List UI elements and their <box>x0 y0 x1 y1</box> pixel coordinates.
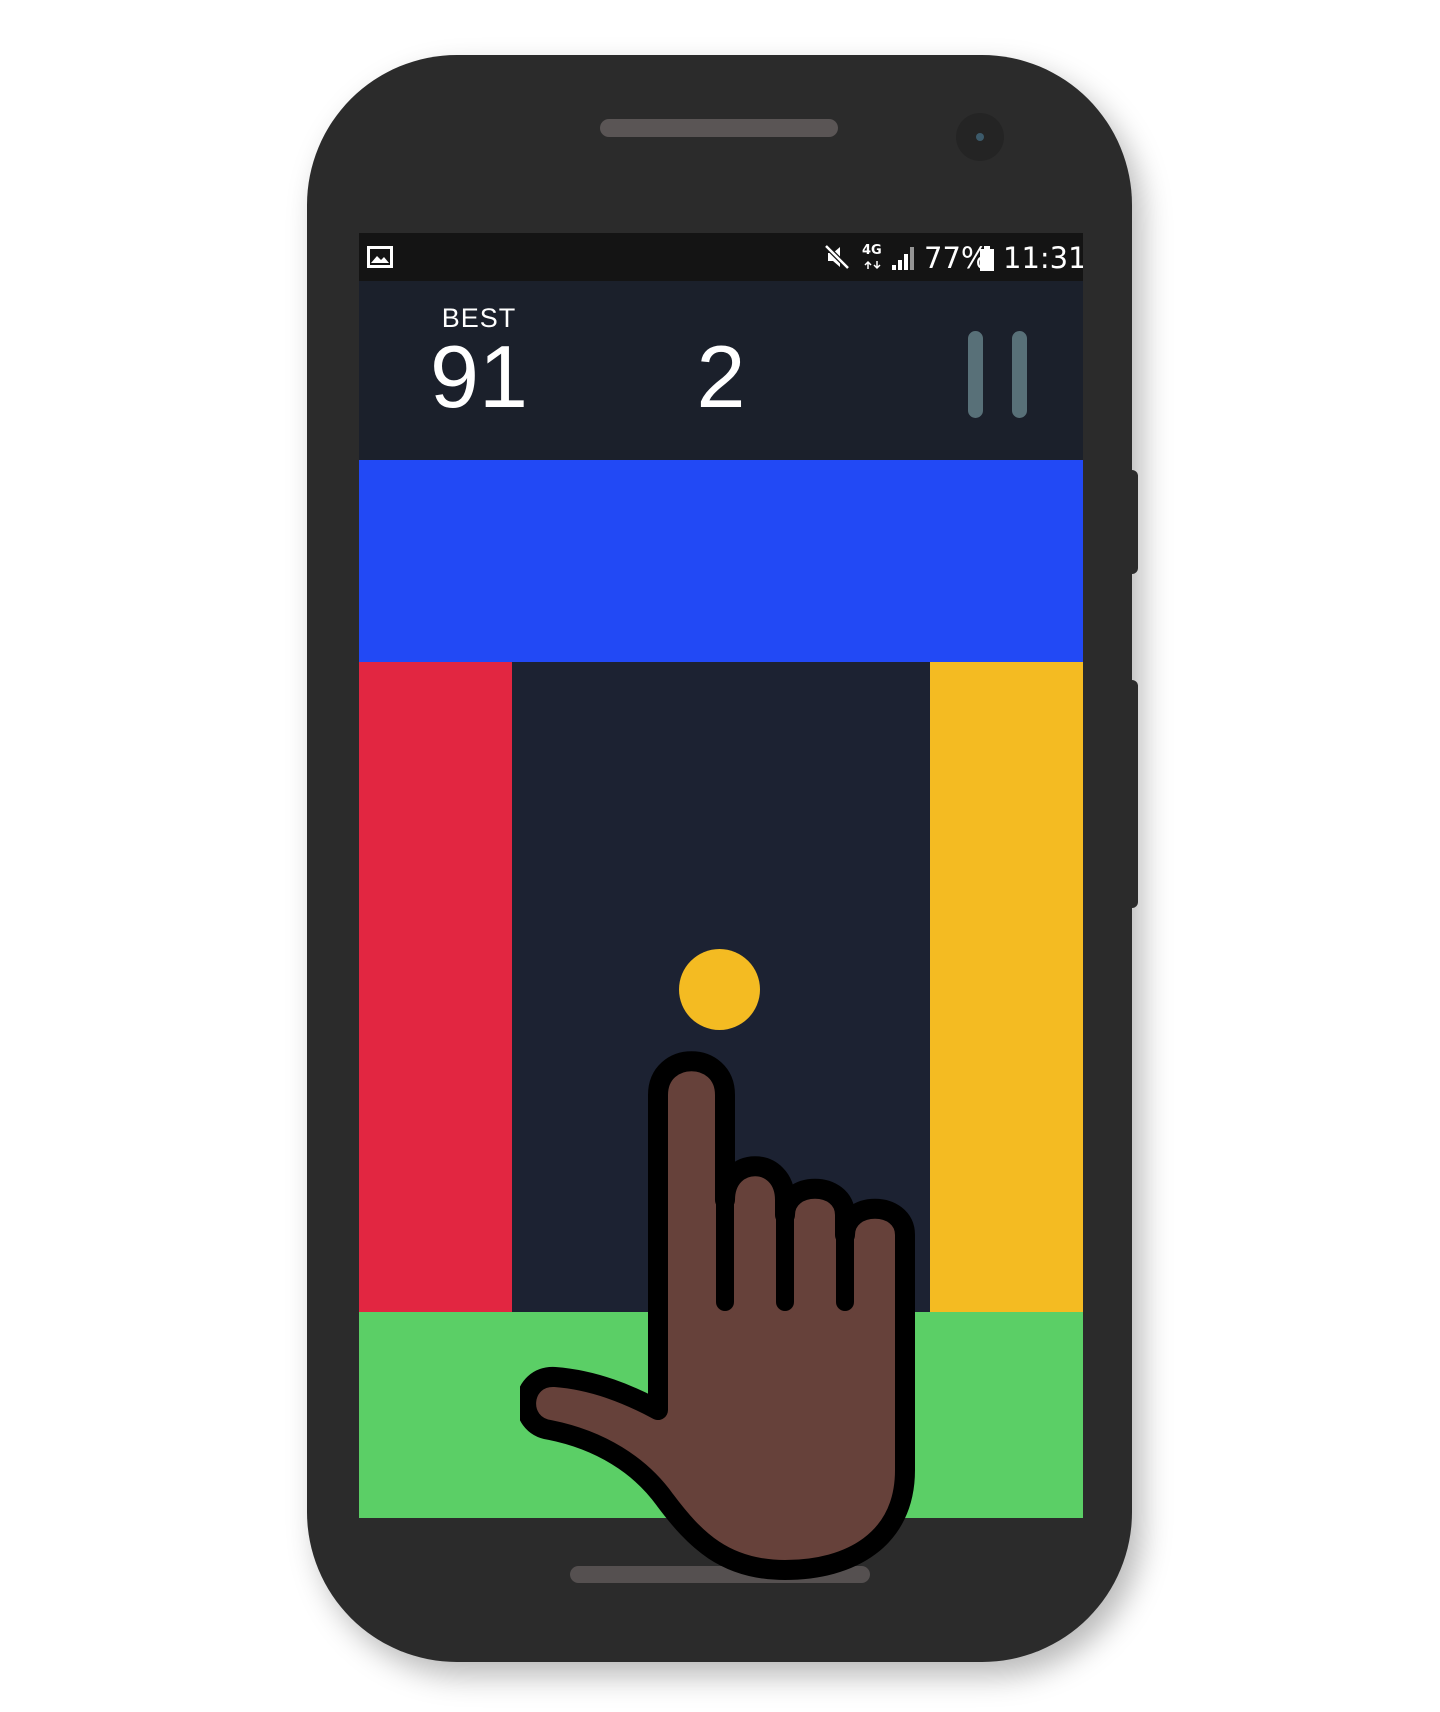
battery-icon <box>979 246 995 276</box>
score-header: BEST 91 2 <box>359 281 1083 460</box>
earpiece-speaker <box>600 119 838 137</box>
front-camera <box>956 113 1004 161</box>
status-bar: 4G 77% 11:31 <box>359 233 1083 281</box>
clock-time: 11:31 <box>1003 241 1083 275</box>
network-label: 4G <box>862 243 882 258</box>
volume-button[interactable] <box>1128 470 1138 574</box>
pause-button[interactable] <box>957 325 1037 421</box>
player-ball <box>679 949 760 1030</box>
signal-icon <box>891 245 917 276</box>
image-icon <box>367 246 393 273</box>
tap-hand-icon <box>516 1040 970 1585</box>
mute-icon <box>823 243 851 276</box>
left-red-block[interactable] <box>359 662 512 1312</box>
best-score-value: 91 <box>430 327 528 426</box>
current-score: 2 <box>696 327 746 426</box>
power-button[interactable] <box>1128 680 1138 908</box>
top-blue-block[interactable] <box>359 460 1083 662</box>
network-4g-icon: 4G <box>862 243 886 271</box>
